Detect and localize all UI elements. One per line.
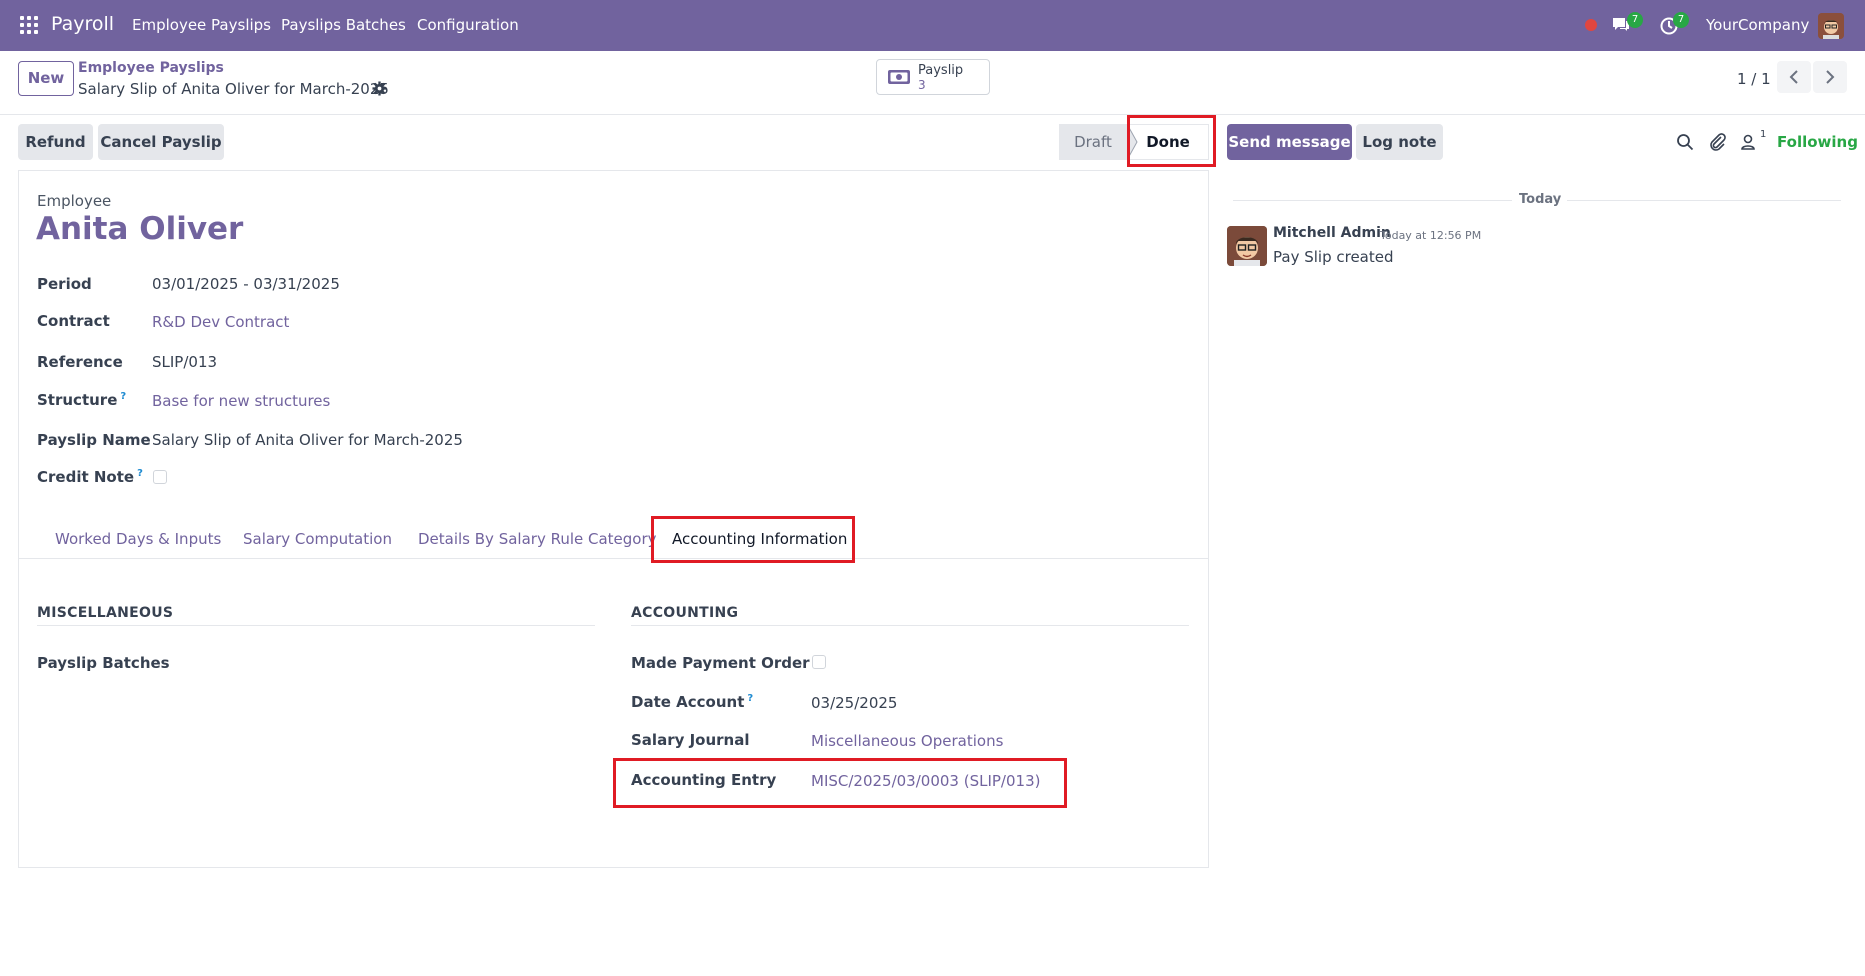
money-bill-icon [888,70,910,84]
apps-menu-icon[interactable] [20,16,38,34]
date-account-label-text: Date Account [631,693,745,711]
structure-help-icon[interactable]: ? [120,391,126,402]
company-switcher[interactable]: YourCompany [1706,16,1809,34]
payslip-name-label: Payslip Name [37,431,151,449]
top-navbar: Payroll Employee Payslips Payslips Batch… [0,0,1865,51]
paperclip-icon[interactable] [1709,133,1727,151]
control-panel: New Employee Payslips Salary Slip of Ani… [0,51,1865,115]
payslip-batches-label: Payslip Batches [37,654,170,672]
message-timestamp: Today at 12:56 PM [1380,229,1482,242]
salary-journal-label: Salary Journal [631,731,750,749]
section-title-miscellaneous: MISCELLANEOUS [37,605,174,621]
breadcrumb-parent[interactable]: Employee Payslips [78,60,224,76]
pager-next-button[interactable] [1813,61,1847,93]
status-arrow-icon [1127,124,1138,160]
date-account-label: Date Account? [631,693,753,711]
chevron-right-icon [1826,70,1835,84]
reference-value[interactable]: SLIP/013 [152,353,217,371]
tab-worked-days-inputs[interactable]: Worked Days & Inputs [55,530,221,548]
message-author-avatar[interactable] [1227,226,1267,266]
smart-button-value: 3 [918,78,926,92]
chatter-divider-right [1567,200,1841,201]
status-draft[interactable]: Draft [1059,124,1127,160]
followers-count: 1 [1760,129,1767,140]
section-title-accounting: ACCOUNTING [631,605,739,621]
gear-icon[interactable] [372,81,387,96]
structure-label-text: Structure [37,391,118,409]
cancel-payslip-button[interactable]: Cancel Payslip [98,124,224,160]
credit-note-label-text: Credit Note [37,468,135,486]
breadcrumb-current: Salary Slip of Anita Oliver for March-20… [78,80,389,98]
period-label: Period [37,275,92,293]
employee-label: Employee [37,192,112,210]
message-body: Pay Slip created [1273,248,1394,266]
section-divider-accounting [631,625,1189,626]
accounting-entry-label: Accounting Entry [631,771,777,789]
chatter-divider-left [1233,200,1512,201]
menu-configuration[interactable]: Configuration [417,16,519,34]
menu-payslips-batches[interactable]: Payslips Batches [281,16,406,34]
tab-details-by-salary-rule-category[interactable]: Details By Salary Rule Category [418,530,657,548]
employee-name[interactable]: Anita Oliver [36,211,243,247]
refund-button[interactable]: Refund [18,124,93,160]
credit-note-label: Credit Note? [37,468,143,486]
date-account-help-icon[interactable]: ? [747,693,753,704]
notebook-tabs: Worked Days & Inputs Salary Computation … [19,519,1208,559]
form-sheet: Employee Anita Oliver Period 03/01/2025 … [18,170,1209,868]
followers-user-icon[interactable] [1739,133,1757,151]
menu-employee-payslips[interactable]: Employee Payslips [132,16,271,34]
made-payment-order-checkbox[interactable] [812,655,826,669]
search-icon[interactable] [1676,133,1694,151]
app-brand[interactable]: Payroll [51,13,114,35]
contract-label: Contract [37,312,110,330]
payslip-name-value[interactable]: Salary Slip of Anita Oliver for March-20… [152,431,463,449]
pager-value[interactable]: 1 / 1 [1737,70,1771,88]
chevron-left-icon [1789,70,1798,84]
salary-journal-link[interactable]: Miscellaneous Operations [811,732,1003,750]
send-message-button[interactable]: Send message [1227,124,1352,160]
following-button[interactable]: Following [1777,133,1858,151]
payslip-smart-button[interactable]: Payslip 3 [876,59,990,95]
structure-label: Structure? [37,391,126,409]
credit-note-checkbox[interactable] [153,470,167,484]
reference-label: Reference [37,353,123,371]
log-note-button[interactable]: Log note [1356,124,1443,160]
recording-dot-icon[interactable] [1585,19,1597,31]
activity-badge: 7 [1673,12,1689,28]
section-divider-misc [37,625,595,626]
user-avatar[interactable] [1818,13,1844,39]
message-author[interactable]: Mitchell Admin [1273,225,1391,241]
made-payment-order-label: Made Payment Order ? [631,654,824,672]
credit-note-help-icon[interactable]: ? [137,468,143,479]
structure-link[interactable]: Base for new structures [152,392,330,410]
pager-previous-button[interactable] [1777,61,1811,93]
accounting-entry-link[interactable]: MISC/2025/03/0003 (SLIP/013) [811,772,1040,790]
date-account-value[interactable]: 03/25/2025 [811,694,897,712]
contract-link[interactable]: R&D Dev Contract [152,313,289,331]
tab-accounting-information[interactable]: Accounting Information [672,530,847,548]
period-value[interactable]: 03/01/2025 - 03/31/2025 [152,275,340,293]
new-button[interactable]: New [18,61,74,96]
smart-button-label: Payslip [918,63,964,78]
chatter-date-separator: Today [1519,192,1562,207]
messages-badge: 7 [1627,12,1643,28]
tab-salary-computation[interactable]: Salary Computation [243,530,392,548]
